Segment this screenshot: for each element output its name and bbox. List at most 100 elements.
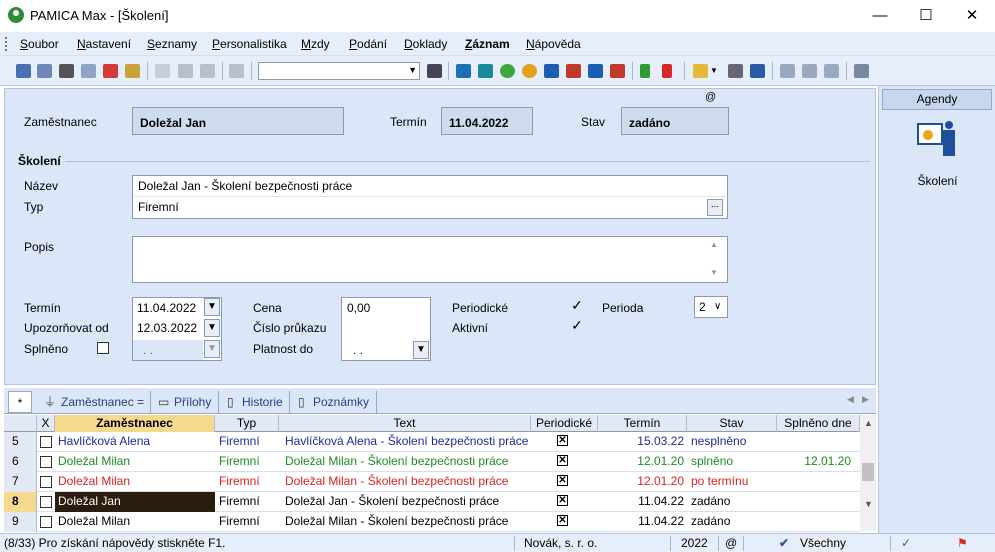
export-icon[interactable] — [125, 64, 140, 78]
employee-field[interactable]: Doležal Jan — [132, 107, 344, 135]
table-row[interactable]: 8 Doležal Jan Firemní Doležal Jan - Školení… — [4, 492, 860, 512]
person-green-icon[interactable] — [500, 64, 515, 78]
chevron-down-icon[interactable]: ▼ — [710, 66, 718, 75]
print-icon[interactable] — [59, 64, 74, 78]
date-term-input[interactable]: 11.04.2022 — [137, 301, 196, 315]
scroll-up-icon[interactable]: ▲ — [864, 418, 873, 428]
menu-zaznam[interactable]: Záznam — [465, 37, 510, 51]
training-agenda-label[interactable]: Školení — [879, 174, 995, 188]
row-select-checkbox[interactable] — [40, 436, 52, 448]
header-done-date[interactable]: Splněno dne — [777, 415, 860, 432]
ok-circle-icon[interactable]: ✓ — [901, 536, 911, 550]
row-select-checkbox[interactable] — [40, 456, 52, 468]
tools-icon[interactable] — [854, 64, 869, 78]
type-input[interactable]: Firemní — [138, 200, 179, 214]
grid-icon[interactable] — [824, 64, 839, 78]
scroll-up-icon[interactable]: ▲ — [710, 240, 718, 249]
desc-textarea[interactable] — [132, 236, 728, 283]
maximize-button[interactable]: ☐ — [903, 0, 949, 32]
term-field[interactable]: 11.04.2022 — [441, 107, 533, 135]
clipboard-icon[interactable] — [229, 64, 244, 78]
periodic-check-icon: ✕ — [557, 495, 568, 506]
table-row[interactable]: 9 Doležal Milan Firemní Doležal Milan - Ško… — [4, 512, 860, 532]
mail-blue-icon[interactable] — [588, 64, 603, 78]
header-term[interactable]: Termín — [598, 415, 687, 432]
tab-scroll-right-icon[interactable]: ▶ — [862, 394, 869, 405]
period-select[interactable]: 2 ∨ — [694, 296, 728, 318]
new-record-icon[interactable] — [16, 64, 31, 78]
tab-employee-filter[interactable]: ⏚ Zaměstnanec = — [39, 391, 151, 413]
menu-napoveda[interactable]: Nápověda — [526, 37, 581, 51]
tab-history[interactable]: ▯ Historie — [222, 391, 290, 413]
type-picker-button[interactable]: ... — [707, 199, 723, 216]
header-state[interactable]: Stav — [687, 415, 777, 432]
save-icon[interactable] — [200, 64, 215, 78]
periodic-checkbox[interactable]: ✓ — [571, 298, 583, 312]
flag-red-icon[interactable] — [662, 64, 672, 78]
row-select-checkbox[interactable] — [40, 476, 52, 488]
done-date-input[interactable]: . . — [143, 343, 153, 357]
done-checkbox[interactable] — [97, 342, 109, 354]
folder-icon[interactable] — [693, 64, 708, 78]
row-select-checkbox[interactable] — [40, 496, 52, 508]
row-select-checkbox[interactable] — [40, 516, 52, 528]
price-input[interactable]: 0,00 — [347, 301, 370, 315]
pdf-icon[interactable] — [103, 64, 118, 78]
person-orange-icon[interactable] — [522, 64, 537, 78]
calculator-icon[interactable] — [728, 64, 743, 78]
flag-green-icon[interactable] — [640, 64, 650, 78]
menu-podani[interactable]: Podání — [349, 37, 387, 51]
scroll-down-icon[interactable]: ▼ — [710, 268, 718, 277]
person-up-icon[interactable] — [478, 64, 493, 78]
header-employee[interactable]: Zaměstnanec — [55, 415, 215, 432]
filter-icon[interactable] — [427, 64, 442, 78]
chevron-down-icon[interactable]: ▼ — [204, 340, 220, 358]
quick-select[interactable]: ▼ — [258, 62, 420, 80]
page-icon[interactable] — [155, 64, 170, 78]
chevron-down-icon[interactable]: ▼ — [204, 298, 220, 316]
header-x[interactable]: X — [37, 415, 55, 432]
m-icon[interactable] — [456, 64, 471, 78]
grid-scrollbar[interactable]: ▲ ▼ — [860, 415, 876, 531]
menu-soubor[interactable]: Soubor — [20, 37, 59, 51]
header-type[interactable]: Typ — [215, 415, 279, 432]
iban-icon[interactable] — [750, 64, 765, 78]
tab-new[interactable]: * — [8, 391, 32, 413]
scroll-thumb[interactable] — [862, 463, 874, 481]
table-row[interactable]: 6 Doležal Milan Firemní Doležal Milan - Ško… — [4, 452, 860, 472]
minimize-button[interactable]: — — [857, 0, 903, 32]
menu-nastaveni[interactable]: Nastavení — [77, 37, 131, 51]
copy-record-icon[interactable] — [37, 64, 52, 78]
chevron-down-icon[interactable]: ▼ — [413, 341, 429, 359]
mail-red2-icon[interactable] — [610, 64, 625, 78]
tab-notes[interactable]: ▯ Poznámky — [293, 391, 377, 413]
mail-red-icon[interactable] — [566, 64, 581, 78]
name-input[interactable]: Doležal Jan - Školení bezpečnosti práce — [138, 179, 352, 193]
header-periodic[interactable]: Periodické — [531, 415, 598, 432]
mail-icon[interactable] — [544, 64, 559, 78]
training-icon[interactable] — [915, 119, 959, 159]
header-text[interactable]: Text — [279, 415, 531, 432]
table-row[interactable]: 5 Havlíčková Alena Firemní Havlíčková Alena… — [4, 432, 860, 452]
active-checkbox[interactable]: ✓ — [571, 318, 583, 332]
status-filter[interactable]: Všechny — [800, 536, 846, 550]
preview-icon[interactable] — [81, 64, 96, 78]
notify-input[interactable]: 12.03.2022 — [137, 321, 197, 335]
flag-red-icon[interactable]: ⚑ — [957, 536, 968, 550]
table-row[interactable]: 7 Doležal Milan Firemní Doležal Milan - Ško… — [4, 472, 860, 492]
menu-personalistika[interactable]: Personalistika — [212, 37, 287, 51]
menu-mzdy[interactable]: Mzdy — [301, 37, 330, 51]
close-button[interactable]: ✕ — [949, 0, 995, 32]
tab-scroll-left-icon[interactable]: ◀ — [847, 394, 854, 405]
menu-seznamy[interactable]: Seznamy — [147, 37, 197, 51]
scroll-down-icon[interactable]: ▼ — [864, 499, 873, 509]
window-icon[interactable] — [780, 64, 795, 78]
menu-doklady[interactable]: Doklady — [404, 37, 447, 51]
cell-type: Firemní — [219, 514, 260, 528]
state-field[interactable]: zadáno — [621, 107, 729, 135]
chevron-down-icon[interactable]: ▼ — [204, 319, 220, 337]
tab-attachments[interactable]: ▭ Přílohy — [154, 391, 219, 413]
valid-input[interactable]: . . — [353, 343, 363, 357]
list-icon[interactable] — [802, 64, 817, 78]
disk-icon[interactable] — [178, 64, 193, 78]
